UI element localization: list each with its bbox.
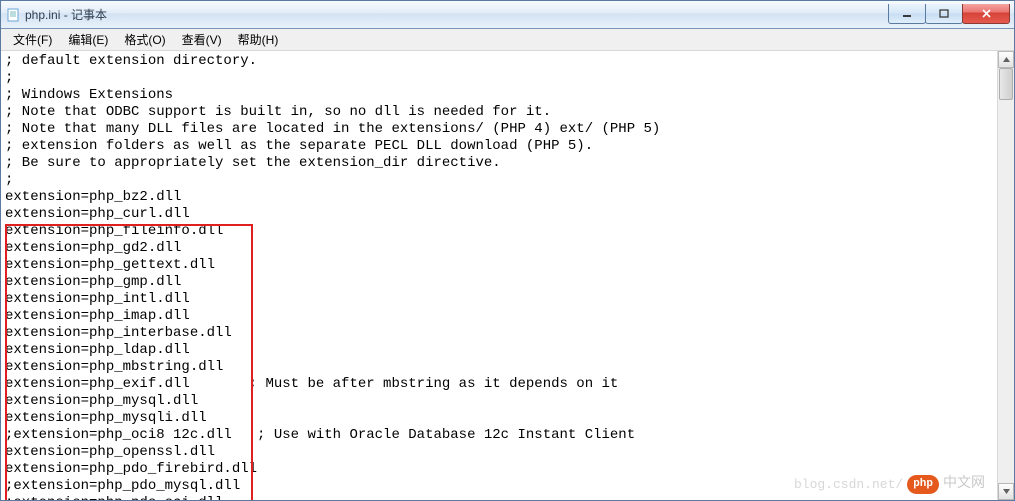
editor-line: extension=php_exif.dll ; Must be after m… bbox=[5, 376, 993, 393]
vertical-scrollbar[interactable] bbox=[997, 51, 1014, 500]
menu-view[interactable]: 查看(V) bbox=[174, 29, 230, 50]
editor-line: extension=php_gd2.dll bbox=[5, 240, 993, 257]
scroll-down-button[interactable] bbox=[998, 483, 1014, 500]
scroll-up-button[interactable] bbox=[998, 51, 1014, 68]
menu-help[interactable]: 帮助(H) bbox=[230, 29, 287, 50]
editor-line: extension=php_pdo_firebird.dll bbox=[5, 461, 993, 478]
editor-line: extension=php_bz2.dll bbox=[5, 189, 993, 206]
editor-line: extension=php_curl.dll bbox=[5, 206, 993, 223]
editor-line: ; extension folders as well as the separ… bbox=[5, 138, 993, 155]
maximize-button[interactable] bbox=[925, 4, 963, 24]
editor-line: extension=php_fileinfo.dll bbox=[5, 223, 993, 240]
window-controls bbox=[889, 5, 1010, 24]
minimize-button[interactable] bbox=[888, 4, 926, 24]
editor-line: ; Note that ODBC support is built in, so… bbox=[5, 104, 993, 121]
editor-line: ; default extension directory. bbox=[5, 53, 993, 70]
notepad-window: php.ini - 记事本 文件(F) 编辑(E) 格式(O) 查看(V) 帮助… bbox=[0, 0, 1015, 501]
editor-line: ;extension=php_oci8 12c.dll ; Use with O… bbox=[5, 427, 993, 444]
editor-line: extension=php_mbstring.dll bbox=[5, 359, 993, 376]
editor-line: ; Note that many DLL files are located i… bbox=[5, 121, 993, 138]
editor-line: extension=php_gmp.dll bbox=[5, 274, 993, 291]
editor-line: ;extension=php_pdo_mysql.dll bbox=[5, 478, 993, 495]
titlebar[interactable]: php.ini - 记事本 bbox=[1, 1, 1014, 29]
editor-line: extension=php_openssl.dll bbox=[5, 444, 993, 461]
editor-line: ;extension=php_pdo_oci.dll bbox=[5, 495, 993, 500]
editor-line: extension=php_mysql.dll bbox=[5, 393, 993, 410]
editor-line: ; bbox=[5, 70, 993, 87]
editor-line: extension=php_interbase.dll bbox=[5, 325, 993, 342]
client-area: ; default extension directory.;; Windows… bbox=[1, 51, 1014, 500]
close-button[interactable] bbox=[962, 4, 1010, 24]
editor-line: ; bbox=[5, 172, 993, 189]
menubar: 文件(F) 编辑(E) 格式(O) 查看(V) 帮助(H) bbox=[1, 29, 1014, 51]
window-title: php.ini - 记事本 bbox=[25, 6, 889, 23]
menu-format[interactable]: 格式(O) bbox=[116, 29, 173, 50]
editor-line: extension=php_imap.dll bbox=[5, 308, 993, 325]
editor-line: ; Windows Extensions bbox=[5, 87, 993, 104]
menu-file[interactable]: 文件(F) bbox=[5, 29, 60, 50]
scroll-track[interactable] bbox=[998, 68, 1014, 483]
notepad-icon bbox=[5, 7, 21, 23]
editor-line: extension=php_gettext.dll bbox=[5, 257, 993, 274]
text-editor[interactable]: ; default extension directory.;; Windows… bbox=[1, 51, 997, 500]
editor-line: extension=php_intl.dll bbox=[5, 291, 993, 308]
editor-line: ; Be sure to appropriately set the exten… bbox=[5, 155, 993, 172]
menu-edit[interactable]: 编辑(E) bbox=[60, 29, 116, 50]
editor-line: extension=php_ldap.dll bbox=[5, 342, 993, 359]
editor-line: extension=php_mysqli.dll bbox=[5, 410, 993, 427]
scroll-thumb[interactable] bbox=[999, 68, 1013, 100]
